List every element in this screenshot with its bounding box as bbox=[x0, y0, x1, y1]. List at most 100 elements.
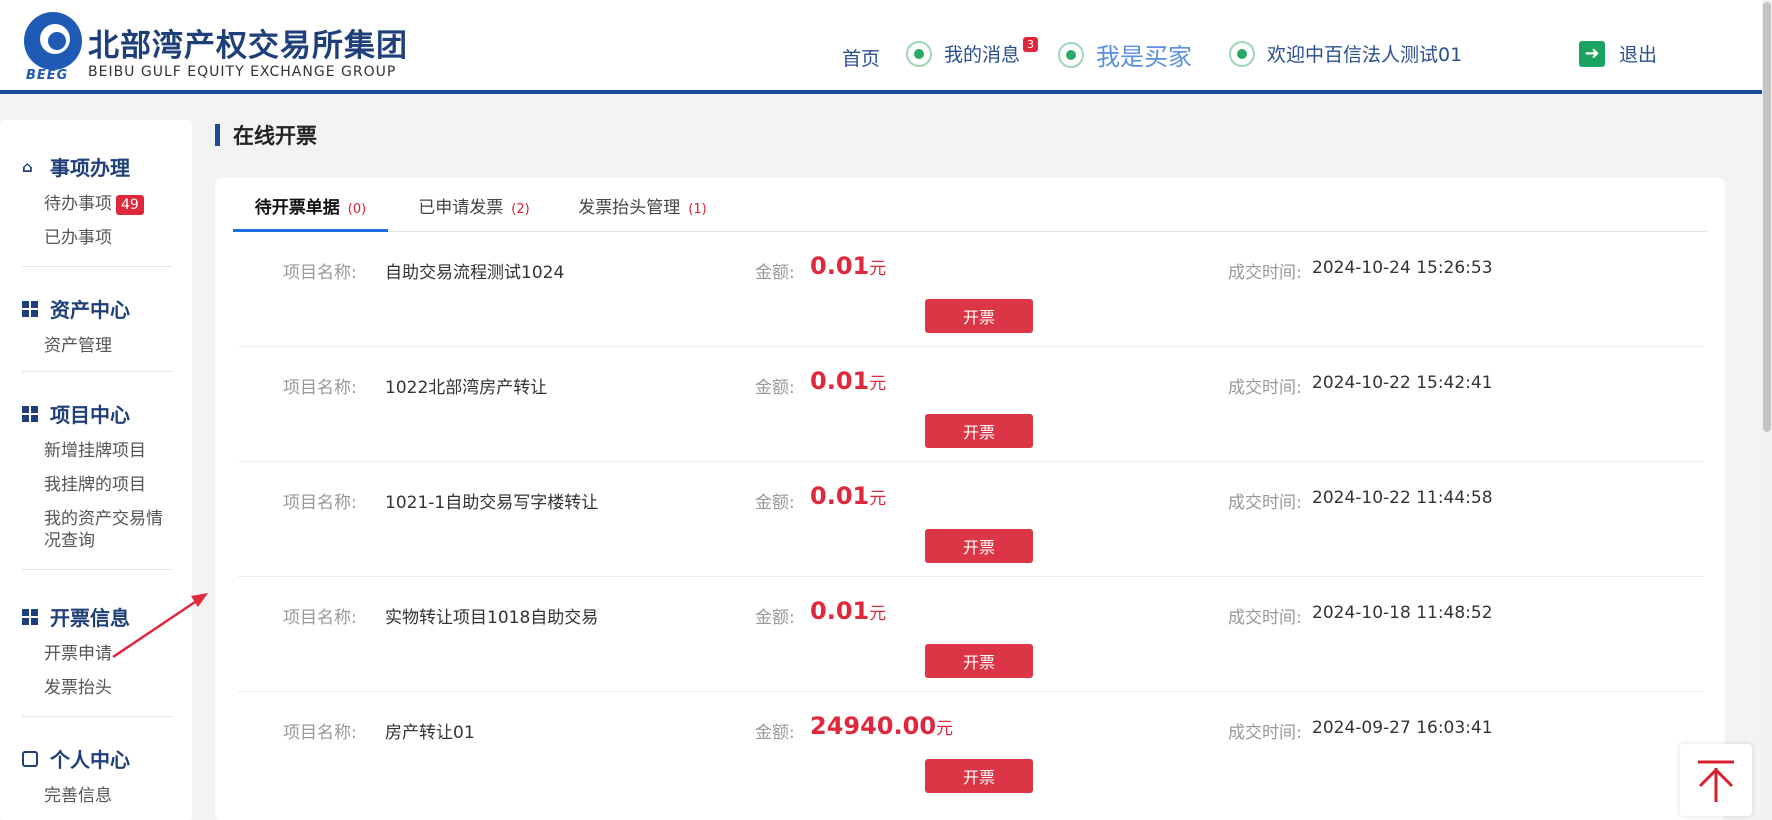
issue-invoice-button[interactable]: 开票 bbox=[925, 759, 1033, 793]
tab-count: (0) bbox=[347, 202, 367, 217]
sidebar-section-projects: 项目中心 新增挂牌项目 我挂牌的项目 我的资产交易情况查询 bbox=[22, 399, 166, 552]
logo[interactable]: BEEG 北部湾产权交易所集团 BEIBU GULF EQUITY EXCHAN… bbox=[24, 12, 424, 84]
nav-buyer[interactable]: 我是买家 bbox=[1058, 37, 1192, 72]
project-name-value: 实物转让项目1018自助交易 bbox=[385, 608, 599, 628]
sidebar-section-affairs: ⌂ 事项办理 待办事项 49 已办事项 bbox=[22, 152, 144, 249]
sidebar-item-todo[interactable]: 待办事项 49 bbox=[44, 193, 144, 215]
logout-icon: ➜ bbox=[1579, 40, 1605, 67]
deal-time-value: 2024-09-27 16:03:41 bbox=[1312, 718, 1493, 738]
home-icon: ⌂ bbox=[22, 157, 33, 176]
messages-count-badge: 3 bbox=[1023, 37, 1039, 52]
user-icon bbox=[1058, 41, 1084, 68]
nav-home-link[interactable]: 首页 bbox=[842, 44, 880, 71]
amount-number: 0.01 bbox=[810, 252, 870, 280]
sidebar-item-asset-management[interactable]: 资产管理 bbox=[44, 335, 130, 357]
nav-welcome-label: 欢迎中百信法人测试01 bbox=[1267, 44, 1463, 66]
deal-time-value: 2024-10-22 11:44:58 bbox=[1312, 488, 1493, 508]
invoice-row: 项目名称: 房产转让01 金额: 24940.00元 成交时间: 2024-09-27 1… bbox=[238, 692, 1704, 807]
project-name-value: 房产转让01 bbox=[385, 723, 475, 743]
amount-value: 0.01元 bbox=[810, 597, 886, 625]
sidebar-section-assets: 资产中心 资产管理 bbox=[22, 294, 130, 357]
page-heading: 在线开票 bbox=[215, 120, 317, 150]
sidebar-section-title-text: 事项办理 bbox=[50, 156, 130, 180]
deal-time-label: 成交时间: bbox=[1228, 263, 1302, 283]
sidebar-item-invoice-title[interactable]: 发票抬头 bbox=[44, 677, 130, 699]
amount-label: 金额: bbox=[755, 263, 795, 283]
issue-invoice-button[interactable]: 开票 bbox=[925, 644, 1033, 678]
issue-invoice-button[interactable]: 开票 bbox=[925, 414, 1033, 448]
amount-label: 金额: bbox=[755, 493, 795, 513]
invoice-list: 项目名称: 自助交易流程测试1024 金额: 0.01元 成交时间: 2024-10-24… bbox=[238, 232, 1704, 807]
amount-value: 0.01元 bbox=[810, 252, 886, 280]
page-scrollbar[interactable] bbox=[1762, 0, 1772, 820]
amount-unit: 元 bbox=[869, 489, 887, 509]
tab-pending-invoices[interactable]: 待开票单据 (0) bbox=[233, 190, 388, 232]
amount-number: 0.01 bbox=[810, 367, 870, 395]
back-to-top-button[interactable] bbox=[1680, 744, 1752, 816]
sidebar-section-title[interactable]: 个人中心 bbox=[22, 744, 130, 773]
user-card-icon bbox=[22, 750, 38, 767]
issue-invoice-button[interactable]: 开票 bbox=[925, 299, 1033, 333]
invoice-tabs: 待开票单据 (0) 已申请发票 (2) 发票抬头管理 (1) bbox=[233, 190, 1707, 232]
amount-unit: 元 bbox=[869, 604, 887, 624]
scrollbar-thumb[interactable] bbox=[1763, 2, 1771, 432]
bell-icon bbox=[906, 40, 932, 67]
nav-messages[interactable]: 我的消息 3 bbox=[906, 37, 1039, 67]
amount-value: 0.01元 bbox=[810, 482, 886, 510]
tab-applied-invoices[interactable]: 已申请发票 (2) bbox=[405, 190, 543, 232]
project-name-label: 项目名称: bbox=[283, 263, 357, 283]
sidebar-section-title[interactable]: 开票信息 bbox=[22, 602, 130, 631]
nav-welcome[interactable]: 欢迎中百信法人测试01 bbox=[1229, 40, 1462, 67]
sidebar-section-title-text: 个人中心 bbox=[50, 748, 130, 772]
invoice-row: 项目名称: 自助交易流程测试1024 金额: 0.01元 成交时间: 2024-10-24… bbox=[238, 232, 1704, 347]
sidebar-section-invoice: 开票信息 开票申请 发票抬头 bbox=[22, 602, 130, 699]
sidebar-section-title[interactable]: 项目中心 bbox=[22, 399, 166, 428]
logout-button[interactable]: ➜ 退出 bbox=[1579, 40, 1657, 67]
issue-invoice-button[interactable]: 开票 bbox=[925, 529, 1033, 563]
grid-icon bbox=[22, 405, 38, 422]
sidebar-divider bbox=[22, 371, 172, 372]
amount-number: 0.01 bbox=[810, 597, 870, 625]
project-name-value: 自助交易流程测试1024 bbox=[385, 263, 565, 283]
deal-time-value: 2024-10-22 15:42:41 bbox=[1312, 373, 1493, 393]
top-header: BEEG 北部湾产权交易所集团 BEIBU GULF EQUITY EXCHAN… bbox=[0, 0, 1762, 94]
sidebar-item-new-listing[interactable]: 新增挂牌项目 bbox=[44, 440, 166, 462]
project-name-value: 1022北部湾房产转让 bbox=[385, 378, 548, 398]
sidebar-item-my-listings[interactable]: 我挂牌的项目 bbox=[44, 474, 166, 496]
project-name-label: 项目名称: bbox=[283, 378, 357, 398]
tab-count: (2) bbox=[511, 202, 530, 217]
sidebar: ⌂ 事项办理 待办事项 49 已办事项 资产中心 资产管理 项目中心 新增挂牌项目… bbox=[0, 120, 192, 820]
sidebar-item-complete-info[interactable]: 完善信息 bbox=[44, 785, 130, 807]
sidebar-item-label: 待办事项 bbox=[44, 194, 112, 214]
amount-label: 金额: bbox=[755, 723, 795, 743]
deal-time-label: 成交时间: bbox=[1228, 378, 1302, 398]
sidebar-item-transaction-query[interactable]: 我的资产交易情况查询 bbox=[36, 508, 166, 552]
amount-label: 金额: bbox=[755, 378, 795, 398]
sidebar-item-done[interactable]: 已办事项 bbox=[44, 227, 144, 249]
sidebar-section-title[interactable]: 资产中心 bbox=[22, 294, 130, 323]
user-icon bbox=[1229, 40, 1255, 67]
logo-english-name: BEIBU GULF EQUITY EXCHANGE GROUP bbox=[88, 64, 397, 80]
sidebar-section-title-text: 开票信息 bbox=[50, 606, 130, 630]
sidebar-section-personal: 个人中心 完善信息 bbox=[22, 744, 130, 807]
amount-unit: 元 bbox=[869, 259, 887, 279]
grid-icon bbox=[22, 300, 38, 317]
project-name-label: 项目名称: bbox=[283, 608, 357, 628]
invoice-row: 项目名称: 1022北部湾房产转让 金额: 0.01元 成交时间: 2024-10-22 … bbox=[238, 347, 1704, 462]
sidebar-item-invoice-apply[interactable]: 开票申请 bbox=[44, 643, 130, 665]
amount-number: 0.01 bbox=[810, 482, 870, 510]
sidebar-section-title-text: 项目中心 bbox=[50, 403, 130, 427]
nav-messages-label: 我的消息 bbox=[944, 44, 1021, 66]
todo-count-badge: 49 bbox=[116, 195, 144, 215]
sidebar-section-title[interactable]: ⌂ 事项办理 bbox=[22, 152, 144, 181]
invoice-row: 项目名称: 1021-1自助交易写字楼转让 金额: 0.01元 成交时间: 2024-10… bbox=[238, 462, 1704, 577]
tab-count: (1) bbox=[688, 202, 707, 217]
heading-accent-bar bbox=[215, 124, 220, 146]
tab-label: 已申请发票 bbox=[418, 198, 504, 218]
sidebar-divider bbox=[22, 716, 172, 717]
invoice-row: 项目名称: 实物转让项目1018自助交易 金额: 0.01元 成交时间: 2024-10-… bbox=[238, 577, 1704, 692]
deal-time-label: 成交时间: bbox=[1228, 493, 1302, 513]
nav-buyer-label: 我是买家 bbox=[1096, 43, 1192, 71]
logo-abbreviation: BEEG bbox=[26, 68, 69, 83]
tab-invoice-title-management[interactable]: 发票抬头管理 (1) bbox=[560, 190, 725, 232]
